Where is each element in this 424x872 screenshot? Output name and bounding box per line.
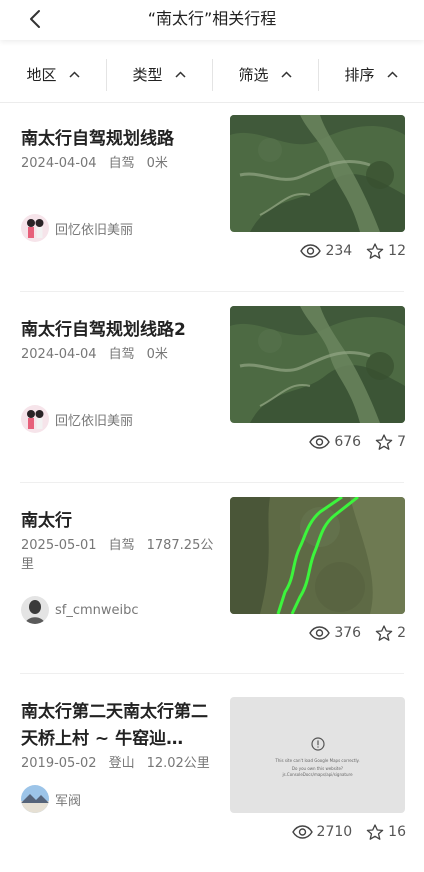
favorite-count-value: 12	[388, 243, 406, 259]
trip-author[interactable]: 回忆依旧美丽	[21, 405, 133, 433]
filter-region[interactable]: 地区	[0, 46, 106, 102]
trip-distance: 0米	[146, 156, 168, 171]
eye-icon	[309, 435, 331, 449]
divider	[20, 673, 404, 674]
eye-icon	[291, 825, 313, 839]
favorite-count-value: 16	[388, 824, 406, 840]
trip-distance: 12.02公里	[146, 756, 210, 771]
favorite-count-value: 7	[397, 434, 406, 450]
author-name: 回忆依旧美丽	[55, 222, 134, 238]
trip-meta: 2024-04-04 自驾 0米	[21, 154, 221, 173]
favorite-count[interactable]: 2	[375, 624, 406, 642]
trip-title: 南太行自驾规划线路2	[21, 320, 186, 340]
eye-icon	[309, 626, 331, 640]
filter-label: 类型	[132, 65, 163, 84]
filter-label: 排序	[344, 65, 375, 84]
star-icon	[375, 433, 393, 450]
trip-date: 2024-04-04	[21, 156, 97, 171]
map-thumbnail[interactable]	[230, 497, 405, 614]
star-icon	[366, 823, 384, 840]
trip-stats: 2710 16	[291, 821, 406, 843]
chevron-up-icon	[68, 70, 80, 78]
trip-distance: 0米	[146, 347, 168, 362]
map-error-thumbnail[interactable]: This site can't load Google Maps correct…	[230, 697, 405, 813]
favorite-count[interactable]: 12	[366, 242, 406, 260]
author-name: 军阀	[55, 793, 82, 809]
view-count-value: 676	[334, 434, 362, 450]
trip-meta: 2019-05-02 登山 12.02公里	[21, 754, 221, 773]
trip-author[interactable]: 军阀	[21, 785, 81, 813]
trip-card[interactable]: 南太行自驾规划线路 2024-04-04 自驾 0米 回忆依旧美丽 234 12	[0, 102, 424, 292]
divider	[20, 291, 404, 292]
chevron-up-icon	[280, 70, 292, 78]
chevron-up-icon	[174, 70, 186, 78]
filter-bar: 地区 类型 筛选 排序	[0, 46, 424, 103]
view-count: 676	[309, 434, 361, 450]
filter-type[interactable]: 类型	[106, 46, 212, 102]
trip-meta: 2025-05-01 自驾 1787.25公里	[21, 536, 221, 574]
warning-icon	[310, 737, 325, 751]
divider	[20, 482, 404, 483]
trip-card[interactable]: 南太行 2025-05-01 自驾 1787.25公里 sf_cmnweibc 37…	[0, 484, 424, 674]
filter-label: 地区	[26, 65, 57, 84]
trip-type: 自驾	[108, 347, 135, 362]
filter-screen[interactable]: 筛选	[212, 46, 318, 102]
trip-date: 2025-05-01	[21, 538, 97, 553]
favorite-count-value: 2	[397, 625, 406, 641]
page-title: “南太行”相关行程	[147, 9, 277, 28]
trip-meta: 2024-04-04 自驾 0米	[21, 345, 221, 364]
trip-stats: 676 7	[309, 431, 406, 453]
trip-author[interactable]: sf_cmnweibc	[21, 596, 139, 624]
trip-card[interactable]: 南太行自驾规划线路2 2024-04-04 自驾 0米 回忆依旧美丽 676 7	[0, 293, 424, 483]
trip-date: 2019-05-02	[21, 756, 97, 771]
map-thumbnail[interactable]	[230, 306, 405, 423]
author-name: sf_cmnweibc	[55, 602, 139, 618]
nav-header: “南太行”相关行程	[0, 0, 424, 40]
map-error-link: js.ConsoleDocs/maps/api/signature	[282, 772, 353, 777]
filter-label: 筛选	[238, 65, 269, 84]
map-error-message: This site can't load Google Maps correct…	[275, 758, 360, 763]
avatar	[21, 785, 49, 813]
avatar	[21, 596, 49, 624]
view-count: 234	[300, 243, 352, 259]
map-thumbnail[interactable]	[230, 115, 405, 232]
trip-title: 南太行第二天南太行第二天桥上村 ~ 牛窑辿…	[21, 702, 208, 749]
trip-stats: 376 2	[309, 622, 406, 644]
view-count-value: 2710	[316, 824, 353, 840]
view-count: 2710	[291, 824, 353, 840]
filter-sort[interactable]: 排序	[318, 46, 424, 102]
star-icon	[375, 624, 393, 641]
author-name: 回忆依旧美丽	[55, 413, 134, 429]
favorite-count[interactable]: 16	[366, 823, 406, 841]
trip-type: 自驾	[108, 156, 135, 171]
trip-title: 南太行自驾规划线路	[21, 129, 174, 149]
trip-title: 南太行	[21, 511, 72, 531]
favorite-count[interactable]: 7	[375, 433, 406, 451]
trip-author[interactable]: 回忆依旧美丽	[21, 214, 133, 242]
view-count: 376	[309, 625, 361, 641]
trip-stats: 234 12	[300, 240, 406, 262]
avatar	[21, 214, 49, 242]
trip-card[interactable]: 南太行第二天南太行第二天桥上村 ~ 牛窑辿… 2019-05-02 登山 12.02…	[0, 675, 424, 865]
chevron-up-icon	[386, 70, 398, 78]
eye-icon	[300, 244, 322, 258]
trip-type: 登山	[108, 756, 135, 771]
avatar	[21, 405, 49, 433]
trip-type: 自驾	[108, 538, 135, 553]
trip-date: 2024-04-04	[21, 347, 97, 362]
star-icon	[366, 242, 384, 259]
view-count-value: 234	[325, 243, 353, 259]
view-count-value: 376	[334, 625, 362, 641]
